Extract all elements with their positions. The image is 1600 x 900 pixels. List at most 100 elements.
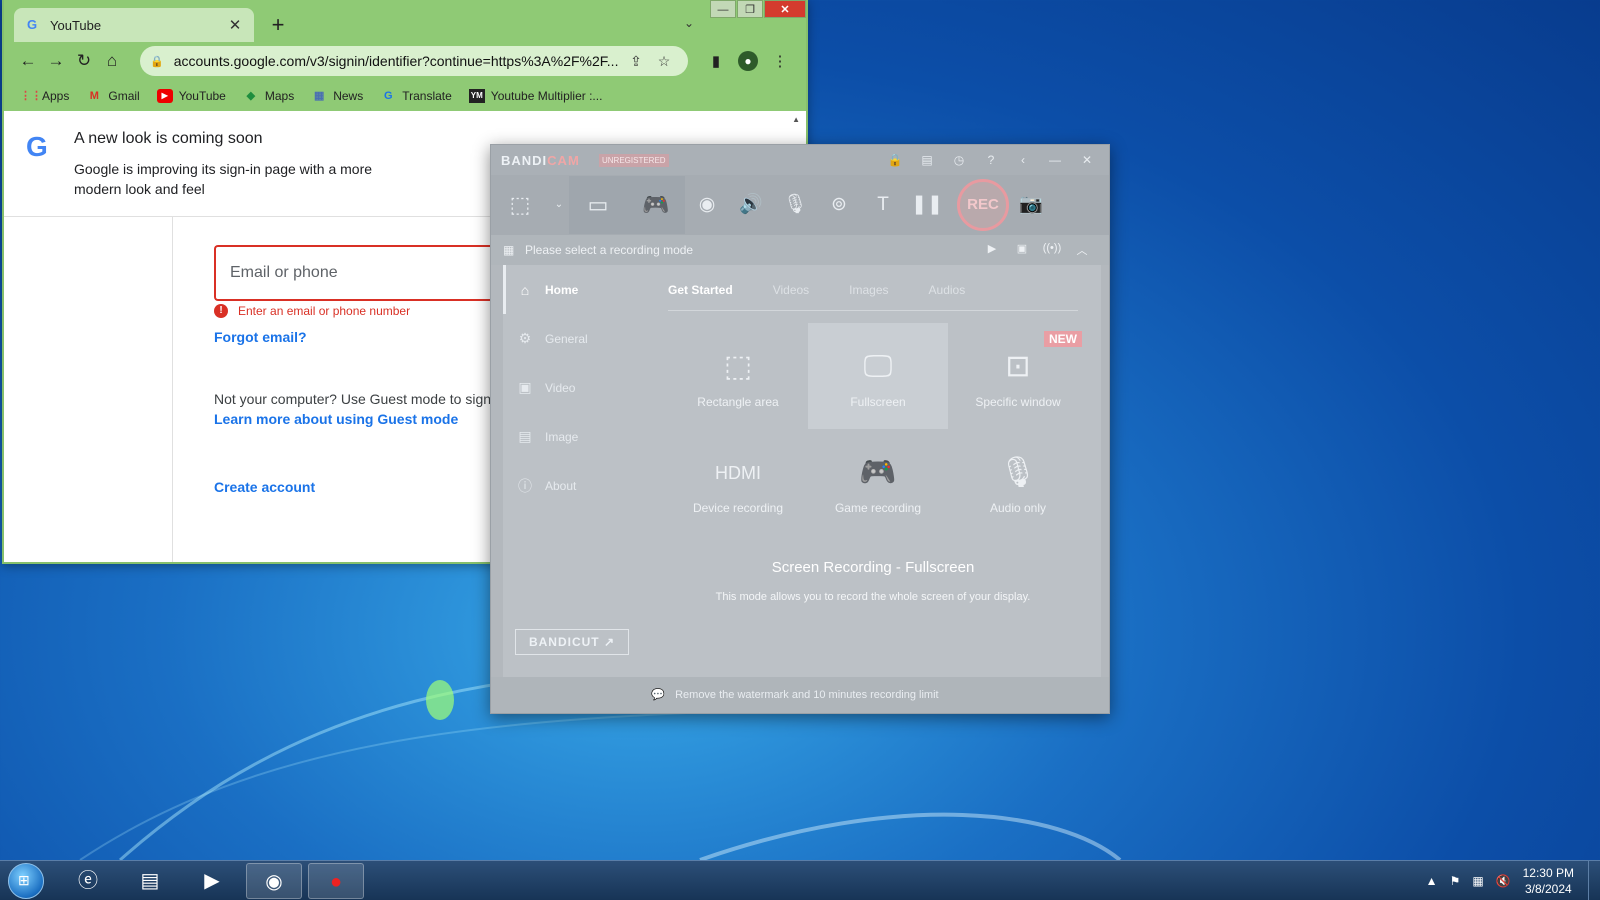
text-icon[interactable]: T (861, 176, 905, 234)
lock-icon[interactable]: 🔒 (150, 55, 164, 68)
tab-get-started[interactable]: Get Started (668, 279, 753, 310)
create-account-link[interactable]: Create account (214, 479, 315, 495)
share-icon[interactable]: ⇪ (622, 53, 650, 70)
home-icon[interactable]: ⌂ (98, 45, 126, 77)
bandicam-logo: BANDICAM (501, 153, 580, 168)
maximize-button[interactable]: ❐ (737, 0, 763, 18)
tab-youtube[interactable]: G YouTube ✕ (14, 8, 254, 42)
forgot-email-link[interactable]: Forgot email? (214, 329, 307, 345)
pause-icon[interactable]: ❚❚ (905, 176, 949, 234)
bookmark-translate[interactable]: G Translate (380, 89, 452, 103)
mode-description-text: This mode allows you to record the whole… (715, 591, 1031, 603)
mode-description-title: Screen Recording - Fullscreen (771, 559, 975, 576)
tab-strip: G YouTube ✕ + ⌄ — ❐ ✕ (4, 0, 806, 42)
speaker-icon[interactable]: 🔊 (729, 176, 773, 234)
sidebar-item-about[interactable]: ⓘ About (503, 461, 643, 510)
internet-explorer-icon[interactable]: ⓔ (60, 863, 116, 899)
bandicut-button[interactable]: BANDICUT ↗ (515, 629, 629, 655)
guest-mode-link[interactable]: Learn more about using Guest mode (214, 411, 458, 427)
help-icon[interactable]: ? (975, 150, 1007, 170)
video-folder-icon[interactable]: ▶ (977, 242, 1007, 258)
image-folder-icon[interactable]: ▣ (1007, 242, 1037, 258)
tile-rectangle-area[interactable]: ⬚ Rectangle area (668, 323, 808, 429)
minimize-button[interactable]: — (1039, 150, 1071, 170)
tile-game-recording[interactable]: 🎮 Game recording (808, 429, 948, 535)
show-desktop-button[interactable] (1588, 861, 1600, 900)
tile-label: Game recording (834, 501, 922, 515)
image-icon: ▤ (518, 428, 532, 444)
back-arrow-icon[interactable]: ← (14, 45, 42, 77)
chrome-icon[interactable]: ◉ (246, 863, 302, 899)
camera-icon[interactable]: 📷 (1009, 176, 1053, 234)
sidebar-item-video[interactable]: ▣ Video (503, 363, 643, 412)
network-icon[interactable]: ▦ (1472, 874, 1483, 888)
tile-label: Specific window (975, 395, 1061, 409)
sidebar-item-image[interactable]: ▤ Image (503, 412, 643, 461)
lock-icon[interactable]: 🔒 (879, 150, 911, 170)
address-bar[interactable]: 🔒 accounts.google.com/v3/signin/identifi… (140, 46, 688, 76)
tile-audio-only[interactable]: 🎙 Audio only (948, 429, 1088, 535)
scrollbar-up-arrow-icon[interactable]: ▲ (792, 115, 800, 124)
recording-mode-tiles: ⬚ Rectangle area 🖵 Fullscreen NEW ⊡ Specific… (668, 323, 1088, 535)
bookmark-news[interactable]: ▦ News (311, 89, 363, 103)
logo-accent: CAM (547, 153, 580, 168)
tab-images[interactable]: Images (849, 279, 908, 310)
mode-dropdown-icon[interactable]: ⌄ (549, 176, 569, 234)
tab-audios[interactable]: Audios (929, 279, 986, 310)
folder-icon[interactable]: ▤ (911, 150, 943, 170)
bookmark-apps[interactable]: ⋮⋮ Apps (20, 89, 69, 103)
profile-avatar[interactable]: ● (732, 51, 764, 71)
broadcast-icon[interactable]: ((•)) (1037, 242, 1067, 258)
tile-label: Fullscreen (850, 395, 906, 409)
upgrade-footer[interactable]: 💬 Remove the watermark and 10 minutes rec… (491, 677, 1109, 713)
record-button[interactable]: REC (957, 179, 1009, 231)
file-explorer-icon[interactable]: ▤ (122, 863, 178, 899)
bookmark-youtube[interactable]: ▶ YouTube (156, 88, 226, 103)
bandicam-icon[interactable]: ● (308, 863, 364, 899)
mode-bar: ▦ Please select a recording mode ▶ ▣ ((•… (491, 235, 1109, 265)
close-window-button[interactable]: ✕ (764, 0, 806, 18)
bookmark-label: Apps (42, 88, 70, 103)
collapse-icon[interactable]: ‹ (1007, 150, 1039, 170)
minimize-button[interactable]: — (710, 0, 736, 18)
tab-videos[interactable]: Videos (773, 279, 829, 310)
divider (172, 217, 173, 562)
webcam-icon[interactable]: ◉ (685, 176, 729, 234)
collapse-up-icon[interactable]: ︿ (1067, 242, 1097, 258)
screen-mode-icon[interactable]: ⬚ (491, 176, 549, 234)
tab-close-icon[interactable]: ✕ (226, 16, 244, 34)
side-panel-icon[interactable]: ▮ (700, 52, 732, 70)
cursor-effect-icon[interactable]: ⊚ (817, 176, 861, 234)
sidebar-item-general[interactable]: ⚙ General (503, 314, 643, 363)
url-text[interactable]: accounts.google.com/v3/signin/identifier… (174, 53, 622, 69)
mode-bar-icons: ▶ ▣ ((•)) ︿ (977, 242, 1097, 258)
game-mode-icon[interactable]: 🎮 (627, 176, 685, 234)
tab-search-chevron-icon[interactable]: ⌄ (684, 16, 694, 30)
monitor-icon: 🖵 (863, 350, 893, 383)
email-field[interactable]: Email or phone (214, 245, 504, 301)
unregistered-badge: UNREGISTERED (599, 154, 669, 167)
clock-icon[interactable]: ◷ (943, 150, 975, 170)
tile-device-recording[interactable]: HDMI Device recording (668, 429, 808, 535)
bookmark-youtube-multiplier[interactable]: YM Youtube Multiplier :... (468, 88, 602, 103)
reload-icon[interactable]: ↻ (70, 45, 98, 77)
more-menu-icon[interactable]: ⋮ (764, 52, 796, 70)
media-player-icon[interactable]: ▶ (184, 863, 240, 899)
action-center-flag-icon[interactable]: ⚑ (1450, 874, 1461, 888)
mode-prompt: Please select a recording mode (525, 243, 694, 257)
device-mode-icon[interactable]: ▭ (569, 176, 627, 234)
microphone-off-icon[interactable]: 🎙 (773, 176, 817, 234)
forward-arrow-icon[interactable]: → (42, 45, 70, 77)
bookmark-gmail[interactable]: M Gmail (86, 89, 140, 103)
bookmark-star-icon[interactable]: ☆ (650, 53, 678, 70)
volume-muted-icon[interactable]: 🔇 (1496, 874, 1511, 888)
bookmark-maps[interactable]: ◆ Maps (243, 89, 295, 103)
close-icon[interactable]: ✕ (1071, 150, 1103, 170)
new-tab-button[interactable]: + (266, 12, 290, 38)
start-button[interactable]: ⊞ (8, 863, 44, 899)
show-hidden-icons-icon[interactable]: ▲ (1426, 874, 1438, 888)
sidebar-item-home[interactable]: ⌂ Home (503, 265, 643, 314)
tile-fullscreen[interactable]: 🖵 Fullscreen (808, 323, 948, 429)
tile-specific-window[interactable]: NEW ⊡ Specific window (948, 323, 1088, 429)
clock[interactable]: 12:30 PM 3/8/2024 (1523, 865, 1574, 897)
